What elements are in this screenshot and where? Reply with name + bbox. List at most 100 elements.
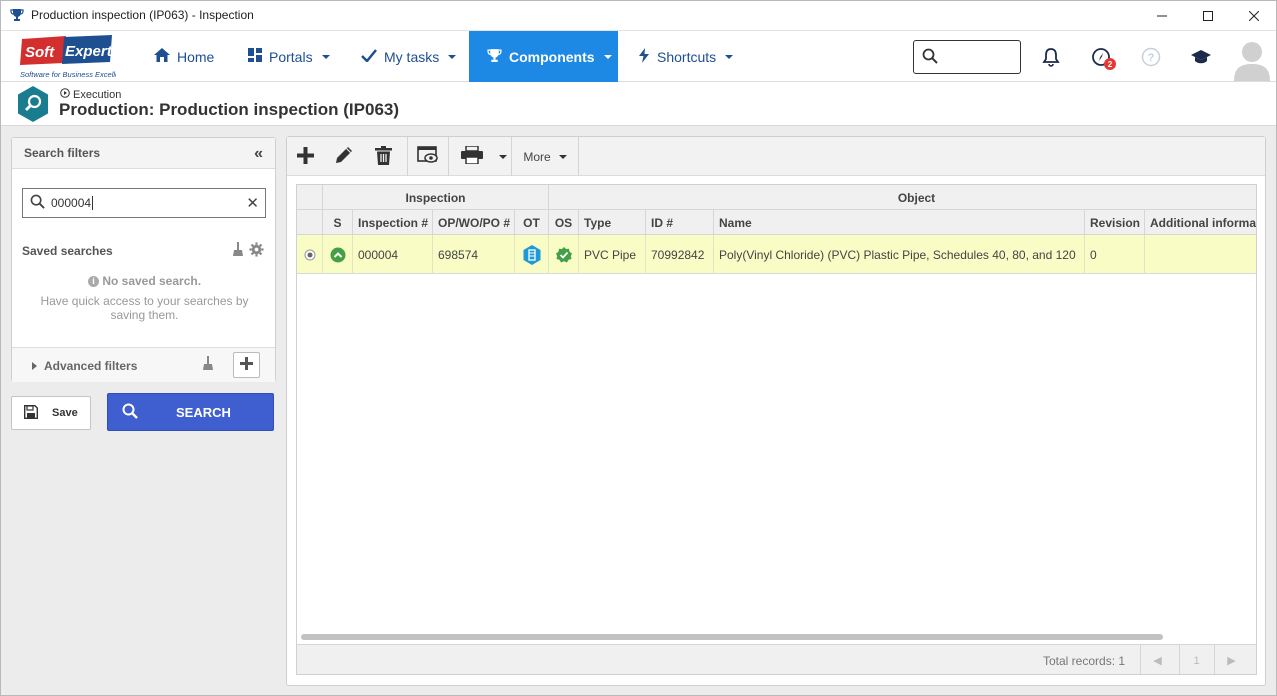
broom-icon[interactable] — [232, 242, 244, 260]
close-icon[interactable] — [1231, 0, 1277, 31]
status-icon — [323, 235, 353, 274]
inspection-search-icon — [16, 85, 50, 123]
bell-icon[interactable] — [1038, 44, 1064, 70]
nav-components[interactable]: Components — [469, 31, 618, 82]
add-filter-button[interactable] — [233, 352, 260, 378]
column-header-s[interactable]: S — [323, 210, 353, 235]
floppy-disk-icon — [24, 404, 38, 422]
add-button[interactable] — [293, 137, 318, 176]
results-panel: More Inspection Object S Inspection # OP… — [286, 136, 1266, 686]
window-title: Production inspection (IP063) - Inspecti… — [31, 8, 254, 22]
graduation-cap-icon[interactable] — [1188, 44, 1214, 70]
search-button[interactable]: SEARCH — [107, 393, 274, 431]
edit-button[interactable] — [331, 137, 356, 176]
no-saved-search-text: No saved search. — [102, 274, 202, 288]
column-header-ot[interactable]: OT — [515, 210, 549, 235]
search-filters-header: Search filters « — [12, 138, 275, 169]
column-header-type[interactable]: Type — [579, 210, 646, 235]
grid-group-header: Inspection Object — [297, 185, 1256, 210]
trash-icon — [375, 145, 392, 168]
search-filters-panel: Search filters « 000004 ✕ Saved searches… — [11, 137, 276, 382]
column-header-id[interactable]: ID # — [646, 210, 714, 235]
previous-page-icon[interactable]: ◀ — [1140, 645, 1174, 674]
caret-right-icon — [32, 359, 37, 373]
nav-portals[interactable]: Portals — [248, 31, 330, 82]
column-header-additional-information[interactable]: Additional informa — [1145, 210, 1256, 235]
view-button[interactable] — [415, 137, 441, 176]
row-radio[interactable] — [297, 235, 323, 274]
lightning-icon — [638, 47, 650, 66]
print-button[interactable] — [457, 137, 487, 176]
search-button-label: SEARCH — [176, 404, 231, 420]
search-icon — [922, 48, 938, 67]
chevron-down-icon — [499, 154, 507, 159]
grid-footer: Total records: 1 ◀ 1 ▶ — [297, 644, 1256, 674]
printer-icon — [461, 145, 483, 167]
filter-search-value: 000004 — [51, 196, 94, 210]
more-menu-button[interactable]: More — [515, 137, 575, 176]
nav-components-label: Components — [509, 48, 595, 65]
column-header-name[interactable]: Name — [714, 210, 1085, 235]
save-search-label: Save — [52, 407, 78, 419]
column-header-revision[interactable]: Revision — [1085, 210, 1145, 235]
chevron-down-icon — [725, 54, 734, 59]
results-grid: Inspection Object S Inspection # OP/WO/P… — [296, 184, 1257, 675]
next-page-icon[interactable]: ▶ — [1214, 645, 1248, 674]
column-header-inspection-number[interactable]: Inspection # — [353, 210, 433, 235]
top-navigation: Soft Expert Software for Business Excell… — [0, 31, 1277, 82]
nav-my-tasks[interactable]: My tasks — [361, 31, 457, 82]
saved-searches-title: Saved searches — [22, 244, 113, 258]
search-icon — [122, 403, 138, 422]
nav-shortcuts[interactable]: Shortcuts — [638, 31, 734, 82]
column-header-os[interactable]: OS — [549, 210, 579, 235]
horizontal-scrollbar[interactable] — [301, 634, 1163, 640]
view-window-icon — [417, 146, 439, 167]
chevron-down-icon — [321, 54, 330, 59]
nav-my-tasks-label: My tasks — [384, 48, 440, 65]
plus-icon — [297, 146, 314, 167]
softexpert-logo[interactable]: Soft Expert Software for Business Excell… — [20, 33, 131, 81]
object-type-icon — [515, 235, 549, 274]
nav-shortcuts-label: Shortcuts — [657, 48, 717, 65]
more-menu-label: More — [523, 149, 551, 164]
save-search-button[interactable]: Save — [11, 396, 91, 430]
table-row[interactable]: 000004 698574 PVC Pipe 70992842 Poly(Vin… — [297, 235, 1256, 274]
page-number[interactable]: 1 — [1179, 645, 1213, 674]
pencil-icon — [335, 146, 353, 167]
print-options-dropdown[interactable] — [495, 137, 509, 176]
search-filters-title: Search filters — [24, 146, 101, 160]
global-search-input[interactable] — [913, 40, 1021, 74]
plus-icon — [240, 357, 253, 373]
cell-revision: 0 — [1085, 235, 1145, 274]
minimize-icon[interactable] — [1139, 0, 1185, 31]
broom-icon[interactable] — [202, 356, 214, 374]
help-icon[interactable]: ? — [1138, 44, 1164, 70]
maximize-icon[interactable] — [1185, 0, 1231, 31]
clear-icon[interactable]: ✕ — [246, 194, 259, 212]
total-records: Total records: 1 — [1043, 654, 1126, 668]
chevron-down-icon — [558, 154, 567, 159]
svg-text:?: ? — [1148, 52, 1155, 64]
compass-notifications-icon[interactable]: 2 — [1088, 44, 1116, 70]
advanced-filters-toggle[interactable]: Advanced filters — [32, 359, 137, 373]
cell-inspection-number: 000004 — [353, 235, 433, 274]
nav-home[interactable]: Home — [154, 31, 214, 82]
cell-id: 70992842 — [646, 235, 714, 274]
chevron-down-icon — [448, 54, 457, 59]
info-icon: i — [87, 276, 99, 288]
gear-icon[interactable] — [249, 242, 264, 260]
collapse-panel-icon[interactable]: « — [254, 145, 263, 163]
notification-badge: 2 — [1104, 58, 1116, 70]
check-icon — [361, 48, 377, 65]
column-header-order-number[interactable]: OP/WO/PO # — [433, 210, 515, 235]
advanced-filters-section: Advanced filters — [12, 347, 275, 382]
user-avatar[interactable] — [1232, 39, 1272, 81]
results-toolbar: More — [287, 137, 1265, 176]
page-header: Execution Production: Production inspect… — [0, 82, 1277, 126]
delete-button[interactable] — [371, 137, 396, 176]
nav-portals-label: Portals — [269, 48, 313, 65]
filter-search-input[interactable]: 000004 ✕ — [22, 188, 266, 218]
nav-home-label: Home — [177, 48, 215, 65]
group-header-spacer — [297, 185, 323, 210]
page-title: Production: Production inspection (IP063… — [59, 100, 400, 119]
